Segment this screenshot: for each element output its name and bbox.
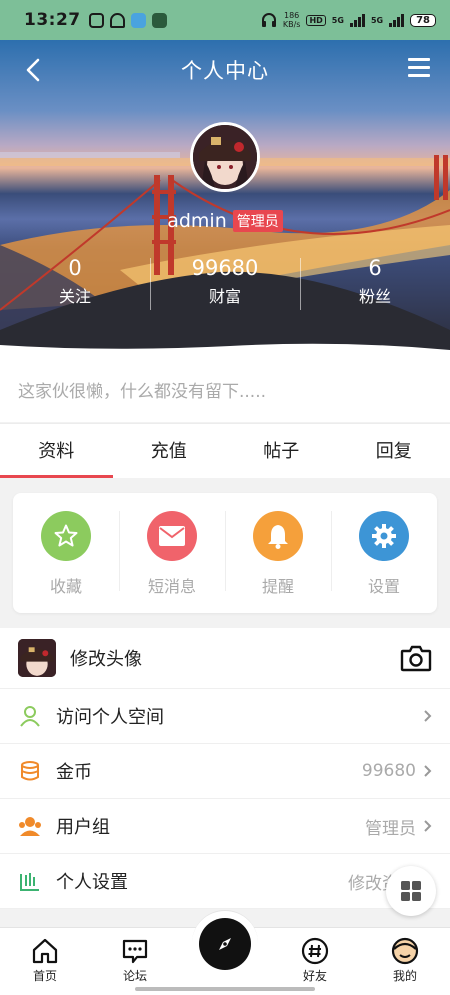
headphones-icon [261, 13, 276, 27]
back-arrow-icon[interactable] [20, 56, 48, 84]
quick-messages-label: 短消息 [147, 577, 196, 596]
camera-icon[interactable] [400, 644, 432, 672]
stat-followers-label: 粉丝 [358, 287, 391, 306]
chevron-right-icon [424, 820, 432, 832]
notification-icons [88, 12, 167, 28]
quick-favorites-label: 收藏 [49, 577, 82, 596]
grid-icon [401, 881, 421, 901]
quick-messages-button[interactable]: 短消息 [119, 493, 225, 613]
nav-home-label: 首页 [32, 969, 57, 983]
nav-friends[interactable]: 好友 [270, 928, 360, 995]
user-group-row[interactable]: 用户组 管理员 [0, 799, 450, 854]
nav-forum-label: 论坛 [122, 969, 147, 983]
quick-actions-card: 收藏 短消息 提醒 设置 [13, 493, 437, 613]
stat-wealth-value: 99680 [191, 256, 259, 280]
signal1-bars-icon [349, 13, 365, 27]
stat-followers[interactable]: 6 粉丝 [300, 254, 450, 314]
network-speed: 186 KB/s [283, 11, 301, 29]
small-avatar [18, 639, 56, 677]
role-badge: 管理员 [232, 210, 283, 232]
home-indicator [135, 987, 315, 991]
chevron-right-icon [424, 710, 432, 722]
discover-button[interactable] [192, 910, 258, 976]
avatar-character-image [193, 125, 257, 189]
visit-space-row[interactable]: 访问个人空间 [0, 689, 450, 744]
quick-favorites-button[interactable]: 收藏 [13, 493, 119, 613]
group-icon [18, 814, 42, 838]
status-bar: 13:27 186 KB/s HD 5G 5G 78 [0, 0, 450, 40]
home-icon [32, 938, 58, 964]
quick-settings-button[interactable]: 设置 [331, 493, 437, 613]
signal2-label: 5G [370, 15, 384, 25]
battery-indicator: 78 [410, 13, 436, 27]
signal1-label: 5G [331, 15, 344, 25]
user-icon [18, 704, 42, 728]
profile-hero-banner: 个人中心 admin 管理员 0 关注 99680 财富 6 粉丝 [0, 40, 450, 360]
coins-value: 99680 [361, 761, 416, 781]
user-group-value: 管理员 [365, 818, 416, 839]
coins-label: 金币 [56, 762, 92, 783]
settings-icon [18, 869, 42, 893]
signal2-bars-icon [389, 13, 405, 27]
game-notification-icon [151, 12, 167, 28]
status-time: 13:27 [24, 10, 81, 30]
user-stats: 0 关注 99680 财富 6 粉丝 [0, 254, 450, 314]
bell-icon [253, 511, 303, 561]
hamburger-menu-icon[interactable] [408, 58, 430, 78]
hashtag-icon [301, 937, 329, 965]
top-nav-bar: 个人中心 [0, 40, 450, 100]
profile-face-icon [391, 937, 419, 965]
change-avatar-label: 修改头像 [70, 649, 142, 670]
coins-icon [18, 759, 42, 783]
visit-space-label: 访问个人空间 [56, 707, 164, 728]
network-speed-value: 186 [284, 11, 300, 20]
nav-mine-label: 我的 [392, 969, 417, 983]
tab-recharge[interactable]: 充值 [113, 424, 226, 478]
app-notification-icon [88, 12, 104, 28]
user-name-line: admin 管理员 [0, 210, 450, 232]
stat-following-label: 关注 [58, 287, 91, 306]
profile-tabs: 资料 充值 帖子 回复 [0, 423, 450, 478]
user-avatar[interactable] [190, 122, 260, 192]
personal-settings-label: 个人设置 [56, 872, 128, 893]
nav-home[interactable]: 首页 [0, 928, 90, 995]
nav-mine[interactable]: 我的 [360, 928, 450, 995]
gear-icon [359, 511, 409, 561]
compass-icon [199, 917, 251, 970]
stat-wealth-label: 财富 [208, 287, 241, 306]
network-speed-unit: KB/s [282, 20, 301, 29]
quick-settings-label: 设置 [367, 577, 400, 596]
star-icon [41, 511, 91, 561]
username: admin [167, 210, 227, 232]
stat-following-value: 0 [68, 256, 82, 280]
quick-reminders-button[interactable]: 提醒 [225, 493, 331, 613]
mail-icon [147, 511, 197, 561]
profile-page: 13:27 186 KB/s HD 5G 5G 78 个人中心 admin 管理… [0, 0, 450, 995]
tab-replies[interactable]: 回复 [338, 424, 450, 478]
personal-settings-row[interactable]: 个人设置 修改资料 [0, 854, 450, 909]
stat-followers-value: 6 [368, 256, 382, 280]
stat-wealth[interactable]: 99680 财富 [150, 254, 300, 314]
user-bio: 这家伙很懒，什么都没有留下..... [0, 360, 450, 422]
change-avatar-row[interactable]: 修改头像 [0, 628, 450, 689]
page-title: 个人中心 [181, 59, 269, 83]
profile-menu-list: 修改头像 访问个人空间 金币 99680 用户组 管理员 个人设置 修改资料 [0, 628, 450, 909]
forum-icon [122, 939, 148, 964]
android-notification-icon [109, 12, 125, 28]
quick-reminders-label: 提醒 [261, 577, 294, 596]
stat-following[interactable]: 0 关注 [0, 254, 150, 314]
floating-grid-button[interactable] [386, 866, 436, 916]
coins-row[interactable]: 金币 99680 [0, 744, 450, 799]
chat-notification-icon [130, 12, 146, 28]
hd-indicator: HD [306, 14, 326, 26]
status-right: 186 KB/s HD 5G 5G 78 [261, 11, 436, 29]
chevron-right-icon [424, 765, 432, 777]
user-group-label: 用户组 [56, 817, 110, 838]
tab-profile[interactable]: 资料 [0, 424, 113, 478]
tab-posts[interactable]: 帖子 [225, 424, 338, 478]
nav-forum[interactable]: 论坛 [90, 928, 180, 995]
nav-friends-label: 好友 [302, 969, 327, 983]
